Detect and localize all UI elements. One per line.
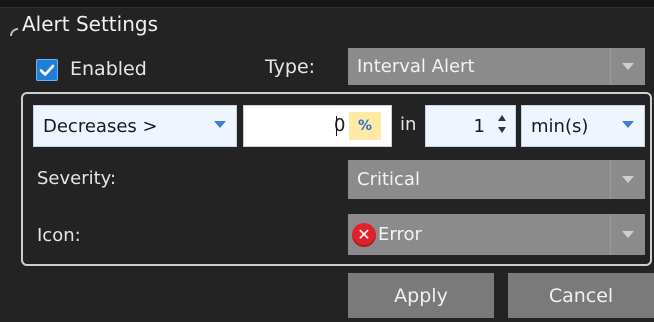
top-band <box>0 0 654 8</box>
chevron-down-icon <box>214 121 226 128</box>
severity-dropdown-arrow[interactable] <box>610 160 645 199</box>
icon-value: Error <box>378 224 422 245</box>
group-header-corner <box>10 28 18 36</box>
icon-label: Icon: <box>37 225 81 246</box>
percent-badge: % <box>349 112 381 140</box>
chevron-down-icon <box>622 63 634 70</box>
apply-button[interactable]: Apply <box>348 273 494 318</box>
interval-value: 1 <box>473 115 485 137</box>
cancel-button[interactable]: Cancel <box>508 273 654 318</box>
panel-title: Alert Settings <box>22 12 158 36</box>
chevron-down-icon <box>622 176 634 183</box>
operator-dropdown[interactable]: Decreases > <box>33 105 237 147</box>
type-value: Interval Alert <box>357 56 475 77</box>
type-label: Type: <box>265 56 316 78</box>
interval-spinner[interactable]: 1 <box>425 105 516 147</box>
enabled-label: Enabled <box>70 58 147 80</box>
error-icon: ✕ <box>352 222 376 247</box>
severity-label: Severity: <box>37 168 117 189</box>
in-label: in <box>400 114 417 135</box>
icon-dropdown-arrow[interactable] <box>610 214 645 255</box>
interval-unit-value: min(s) <box>531 115 589 137</box>
amount-input[interactable]: 0 % <box>243 105 392 147</box>
spin-down-icon[interactable] <box>498 127 506 133</box>
enabled-checkbox[interactable] <box>36 59 58 81</box>
icon-dropdown[interactable]: ✕ Error <box>348 214 645 255</box>
spin-up-icon[interactable] <box>498 115 506 121</box>
interval-unit-dropdown[interactable]: min(s) <box>521 105 645 147</box>
type-dropdown[interactable]: Interval Alert <box>348 48 645 85</box>
check-icon <box>39 64 55 76</box>
severity-value: Critical <box>357 169 420 190</box>
operator-value: Decreases > <box>43 115 158 137</box>
chevron-down-icon <box>622 231 634 238</box>
severity-dropdown[interactable]: Critical <box>348 160 645 199</box>
text-caret <box>336 116 337 136</box>
chevron-down-icon <box>622 121 634 128</box>
type-dropdown-arrow[interactable] <box>610 48 645 85</box>
